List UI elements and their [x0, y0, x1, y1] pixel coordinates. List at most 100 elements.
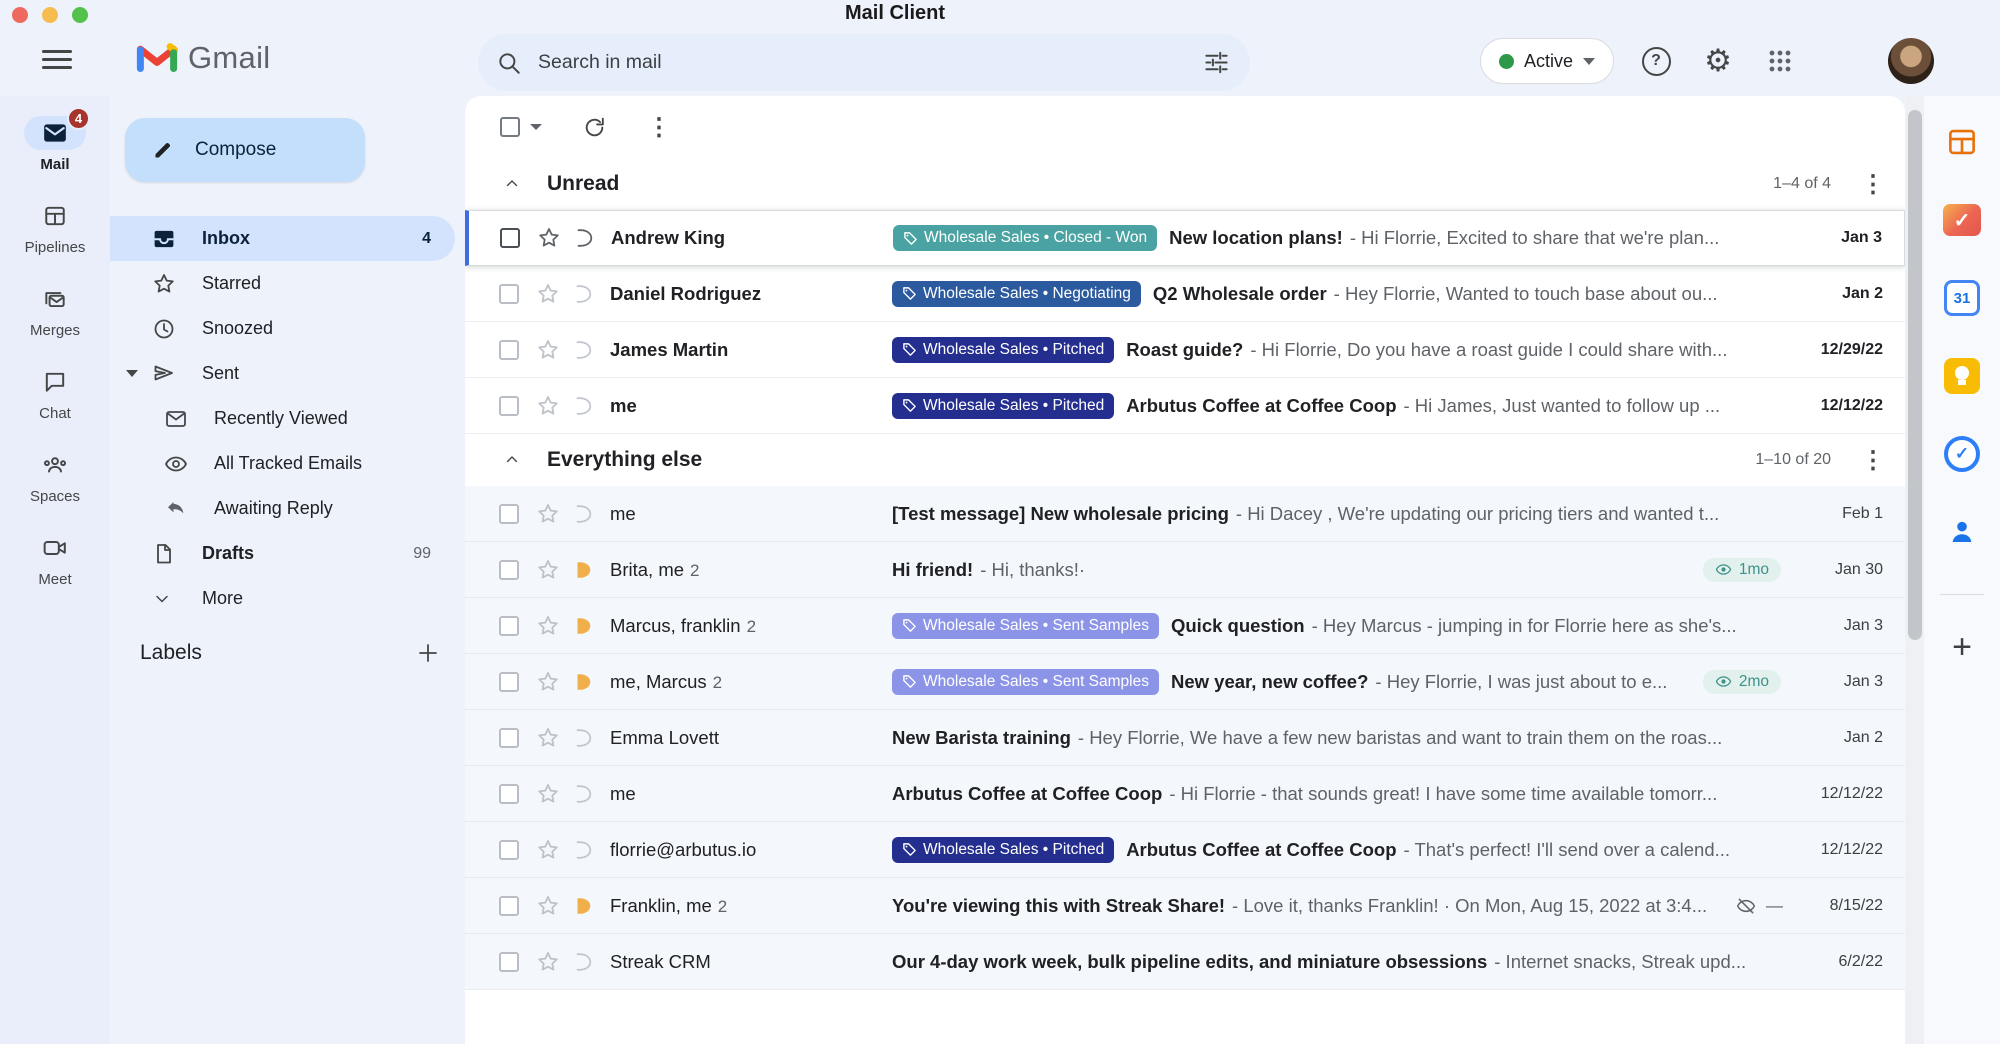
star-icon[interactable] — [536, 614, 560, 638]
section-options-button[interactable] — [1861, 170, 1885, 199]
star-icon[interactable] — [536, 338, 560, 362]
email-row[interactable]: Streak CRM Our 4-day work week, bulk pip… — [465, 934, 1905, 990]
email-row[interactable]: Marcus, franklin2 Wholesale Sales • Sent… — [465, 598, 1905, 654]
rail-item-mail[interactable]: 4 Mail — [0, 116, 110, 173]
streak-pipelines-addon-button[interactable] — [1924, 116, 2000, 168]
collapse-section-icon[interactable] — [503, 451, 521, 469]
sidebar-item-more[interactable]: More — [110, 576, 455, 621]
email-row[interactable]: me, Marcus2 Wholesale Sales • Sent Sampl… — [465, 654, 1905, 710]
row-checkbox[interactable] — [500, 228, 520, 248]
email-row[interactable]: me [Test message] New wholesale pricing-… — [465, 486, 1905, 542]
row-checkbox[interactable] — [499, 396, 519, 416]
view-tracking-badge[interactable]: 1mo — [1703, 558, 1781, 582]
star-icon[interactable] — [536, 282, 560, 306]
row-checkbox[interactable] — [499, 340, 519, 360]
email-row[interactable]: Andrew King Wholesale Sales • Closed - W… — [465, 210, 1905, 266]
avatar[interactable] — [1888, 38, 1934, 84]
row-checkbox[interactable] — [499, 896, 519, 916]
row-checkbox[interactable] — [499, 952, 519, 972]
streak-box-icon[interactable] — [572, 339, 594, 361]
row-checkbox[interactable] — [499, 560, 519, 580]
streak-tracked-icon[interactable] — [572, 559, 594, 581]
calendar-addon-button[interactable] — [1924, 272, 2000, 324]
star-icon[interactable] — [537, 226, 561, 250]
pipeline-stage-badge[interactable]: Wholesale Sales • Negotiating — [892, 281, 1141, 307]
row-checkbox[interactable] — [499, 672, 519, 692]
streak-box-icon[interactable] — [572, 727, 594, 749]
refresh-button[interactable] — [582, 115, 607, 140]
email-row[interactable]: Brita, me2 Hi friend!- Hi, thanks!· 1mo … — [465, 542, 1905, 598]
email-row[interactable]: Emma Lovett New Barista training- Hey Fl… — [465, 710, 1905, 766]
rail-item-chat[interactable]: Chat — [0, 365, 110, 422]
star-icon[interactable] — [536, 394, 560, 418]
streak-box-icon[interactable] — [572, 283, 594, 305]
create-label-button[interactable] — [416, 641, 440, 665]
rail-item-spaces[interactable]: Spaces — [0, 448, 110, 505]
view-tracking-badge[interactable]: 2mo — [1703, 670, 1781, 694]
pipeline-stage-badge[interactable]: Wholesale Sales • Pitched — [892, 837, 1114, 863]
email-row[interactable]: Franklin, me2 You're viewing this with S… — [465, 878, 1905, 934]
star-icon[interactable] — [536, 894, 560, 918]
pipeline-stage-badge[interactable]: Wholesale Sales • Closed - Won — [893, 225, 1157, 251]
select-all-checkbox[interactable] — [500, 117, 520, 137]
streak-tracked-icon[interactable] — [572, 615, 594, 637]
star-icon[interactable] — [536, 838, 560, 862]
streak-tracking-addon-button[interactable] — [1924, 194, 2000, 246]
star-icon[interactable] — [536, 950, 560, 974]
search-icon[interactable] — [496, 50, 522, 76]
rail-item-pipelines[interactable]: Pipelines — [0, 199, 110, 256]
streak-box-icon[interactable] — [572, 395, 594, 417]
pipeline-stage-badge[interactable]: Wholesale Sales • Pitched — [892, 393, 1114, 419]
main-menu-icon[interactable] — [42, 50, 72, 72]
more-options-button[interactable] — [647, 113, 671, 142]
settings-button[interactable] — [1698, 41, 1738, 81]
row-checkbox[interactable] — [499, 784, 519, 804]
streak-box-icon[interactable] — [572, 503, 594, 525]
sidebar-item-starred[interactable]: Starred — [110, 261, 455, 306]
email-row[interactable]: Daniel Rodriguez Wholesale Sales • Negot… — [465, 266, 1905, 322]
email-row[interactable]: me Wholesale Sales • Pitched Arbutus Cof… — [465, 378, 1905, 434]
google-apps-button[interactable] — [1760, 41, 1800, 81]
streak-box-icon[interactable] — [573, 227, 595, 249]
streak-box-icon[interactable] — [572, 839, 594, 861]
search-input[interactable] — [538, 51, 1203, 74]
list-scrollbar[interactable] — [1906, 96, 1924, 1044]
streak-tracked-icon[interactable] — [572, 895, 594, 917]
rail-item-meet[interactable]: Meet — [0, 531, 110, 588]
collapse-section-icon[interactable] — [503, 175, 521, 193]
row-checkbox[interactable] — [499, 284, 519, 304]
tasks-addon-button[interactable] — [1924, 428, 2000, 480]
row-checkbox[interactable] — [499, 616, 519, 636]
keep-addon-button[interactable] — [1924, 350, 2000, 402]
sidebar-item-awaiting-reply[interactable]: Awaiting Reply — [110, 486, 455, 531]
streak-box-icon[interactable] — [572, 783, 594, 805]
pipeline-stage-badge[interactable]: Wholesale Sales • Sent Samples — [892, 669, 1159, 695]
pipeline-stage-badge[interactable]: Wholesale Sales • Pitched — [892, 337, 1114, 363]
row-checkbox[interactable] — [499, 840, 519, 860]
select-dropdown-icon[interactable] — [530, 124, 542, 130]
streak-box-icon[interactable] — [572, 951, 594, 973]
sidebar-item-all-tracked-emails[interactable]: All Tracked Emails — [110, 441, 455, 486]
row-checkbox[interactable] — [499, 728, 519, 748]
help-button[interactable] — [1636, 41, 1676, 81]
compose-button[interactable]: Compose — [125, 118, 365, 182]
scrollbar-thumb[interactable] — [1908, 110, 1922, 640]
get-addons-button[interactable] — [1924, 621, 2000, 673]
sidebar-item-sent[interactable]: Sent — [110, 351, 455, 396]
sidebar-item-inbox[interactable]: Inbox 4 — [110, 216, 455, 261]
sidebar-item-snoozed[interactable]: Snoozed — [110, 306, 455, 351]
rail-item-merges[interactable]: Merges — [0, 282, 110, 339]
search-bar[interactable] — [478, 34, 1250, 91]
contacts-addon-button[interactable] — [1924, 506, 2000, 558]
pipeline-stage-badge[interactable]: Wholesale Sales • Sent Samples — [892, 613, 1159, 639]
streak-tracked-icon[interactable] — [572, 671, 594, 693]
email-row[interactable]: James Martin Wholesale Sales • Pitched R… — [465, 322, 1905, 378]
sidebar-item-drafts[interactable]: Drafts 99 — [110, 531, 455, 576]
star-icon[interactable] — [536, 670, 560, 694]
star-icon[interactable] — [536, 726, 560, 750]
collapse-triangle-icon[interactable] — [126, 370, 138, 377]
email-row[interactable]: me Arbutus Coffee at Coffee Coop- Hi Flo… — [465, 766, 1905, 822]
section-options-button[interactable] — [1861, 446, 1885, 475]
email-row[interactable]: florrie@arbutus.io Wholesale Sales • Pit… — [465, 822, 1905, 878]
search-options-icon[interactable] — [1203, 49, 1230, 76]
